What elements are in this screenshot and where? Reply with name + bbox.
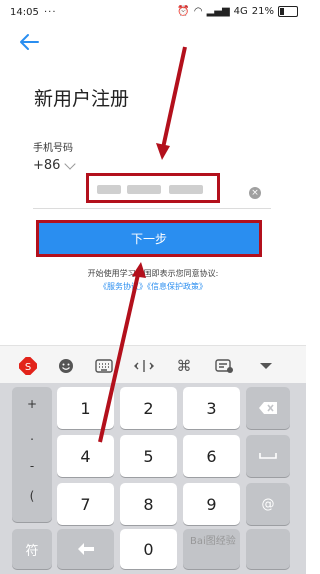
digit-key-2[interactable]: 2 bbox=[120, 387, 177, 429]
status-dots: ··· bbox=[44, 7, 57, 18]
digit-key-0[interactable]: 0 bbox=[120, 529, 177, 569]
wifi-icon: ◠ bbox=[193, 6, 203, 17]
status-icons: ⏰ ◠ ▂▄▆ 4G 21% bbox=[177, 6, 298, 17]
back-button[interactable] bbox=[18, 32, 40, 52]
digit-key-8[interactable]: 8 bbox=[120, 483, 177, 525]
collapse-icon[interactable] bbox=[256, 356, 276, 376]
enter-key[interactable] bbox=[246, 529, 290, 569]
status-time: 14:05 bbox=[10, 7, 39, 18]
redacted-number-part bbox=[169, 185, 203, 194]
digit-key-7[interactable]: 7 bbox=[57, 483, 114, 525]
digit-key-3[interactable]: 3 bbox=[183, 387, 240, 429]
digit-key-5[interactable]: 5 bbox=[120, 435, 177, 477]
at-key[interactable]: @ bbox=[246, 483, 290, 525]
digit-key-6[interactable]: 6 bbox=[183, 435, 240, 477]
backspace-key[interactable] bbox=[246, 387, 290, 429]
keyboard-icon[interactable] bbox=[94, 356, 114, 376]
symbol-key-dot[interactable]: . bbox=[12, 429, 52, 443]
backspace-icon bbox=[259, 402, 277, 414]
redacted-number-part bbox=[127, 185, 161, 194]
page-title: 新用户注册 bbox=[34, 88, 130, 110]
service-agreement-link[interactable]: 《服务协议》 bbox=[99, 282, 147, 291]
next-button-label: 下一步 bbox=[130, 232, 167, 246]
symbol-key-minus[interactable]: - bbox=[12, 459, 52, 473]
cursor-icon[interactable] bbox=[134, 356, 154, 376]
status-bar: 14:05 ··· ⏰ ◠ ▂▄▆ 4G 21% bbox=[0, 0, 306, 26]
country-code-selector[interactable]: +86 bbox=[33, 157, 77, 173]
digit-key-4[interactable]: 4 bbox=[57, 435, 114, 477]
privacy-policy-link[interactable]: 《信息保护政策》 bbox=[147, 282, 207, 291]
svg-text:S: S bbox=[25, 362, 31, 373]
emoji-icon[interactable] bbox=[56, 356, 76, 376]
space-icon bbox=[259, 453, 277, 459]
watermark: Bai图经验 bbox=[190, 536, 236, 547]
arrow-head-icon bbox=[156, 143, 170, 160]
phone-input[interactable] bbox=[86, 173, 220, 203]
symbol-switch-key[interactable]: 符 bbox=[12, 529, 52, 569]
clear-icon[interactable]: × bbox=[249, 187, 261, 199]
digit-key-9[interactable]: 9 bbox=[183, 483, 240, 525]
input-underline bbox=[33, 208, 271, 209]
numeric-keyboard: + . - ( 1 2 3 4 5 6 7 8 9 @ 符 0 bbox=[0, 383, 306, 574]
battery-percent: 21% bbox=[251, 6, 274, 17]
return-arrow-icon bbox=[77, 543, 94, 555]
next-button[interactable]: 下一步 bbox=[36, 220, 262, 257]
digit-key-1[interactable]: 1 bbox=[57, 387, 114, 429]
agreement-links: 《服务协议》《信息保护政策》 bbox=[0, 281, 306, 292]
battery-icon bbox=[278, 6, 298, 17]
network-type: 4G bbox=[233, 6, 248, 17]
phone-label: 手机号码 bbox=[33, 143, 73, 154]
agreement-text: 开始使用学习强国即表示您同意协议: bbox=[87, 269, 219, 278]
symbol-key-plus[interactable]: + bbox=[12, 397, 52, 411]
signal-icon: ▂▄▆ bbox=[206, 6, 230, 17]
back-arrow-icon bbox=[20, 34, 39, 50]
symbol-column: + . - ( bbox=[12, 387, 52, 522]
symbol-key-paren[interactable]: ( bbox=[12, 489, 52, 503]
chevron-down-icon bbox=[64, 157, 77, 170]
clipboard-icon[interactable] bbox=[214, 356, 234, 376]
command-icon[interactable]: ⌘ bbox=[174, 356, 194, 376]
return-key[interactable] bbox=[57, 529, 114, 569]
arrow-to-input bbox=[161, 46, 187, 149]
redacted-number-part bbox=[97, 185, 121, 194]
alarm-icon: ⏰ bbox=[177, 6, 190, 17]
keyboard-toolbar: S ⌘ bbox=[0, 345, 306, 384]
space-key[interactable] bbox=[246, 435, 290, 477]
country-code-text: +86 bbox=[33, 158, 61, 173]
sogou-icon[interactable]: S bbox=[18, 356, 38, 376]
